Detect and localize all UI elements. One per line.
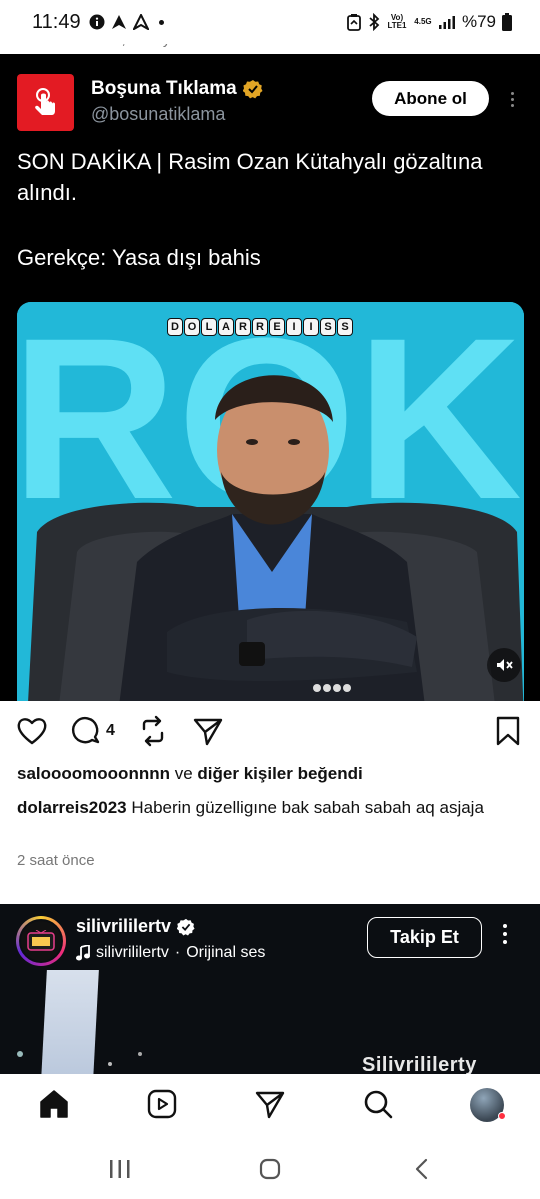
tweet-handle[interactable]: @bosunatiklama: [91, 104, 225, 125]
status-right-icons: Vo) LTE1 4.5G %79: [346, 12, 512, 32]
status-left-icons: [89, 14, 164, 30]
reels-icon[interactable]: [146, 1088, 178, 1120]
bottom-nav: [0, 1074, 540, 1138]
post-timestamp: 2 saat önce: [17, 852, 95, 869]
share-send-icon[interactable]: [192, 715, 224, 747]
likes-user[interactable]: saloooomooonnnn: [17, 764, 170, 783]
post-caption: dolarreis2023 Haberin güzelligıne bak sa…: [17, 795, 527, 820]
reel-watermark: Silivrililerty: [362, 1054, 477, 1074]
tweet-text-line1: SON DAKİKA | Rasim Ozan Kütahyalı gözalt…: [17, 149, 483, 205]
reel-username[interactable]: silivrililertv: [76, 916, 195, 937]
reel-audio-user: silivrililertv: [96, 944, 169, 961]
likes-rest[interactable]: diğer kişiler beğendi: [197, 764, 362, 783]
bluetooth-icon: [369, 13, 380, 31]
verified-badge-icon: [242, 80, 263, 99]
tv-logo-icon: [27, 930, 55, 951]
media-watermark: DOLARREIISS: [167, 318, 353, 336]
status-time: 11:49: [32, 10, 81, 33]
notification-dot: [158, 19, 164, 25]
system-nav: [0, 1140, 540, 1199]
reel-follow-button[interactable]: Takip Et: [367, 917, 482, 958]
speaker-muted-icon: [497, 659, 513, 671]
tweet-embed[interactable]: Boşuna Tıklama @bosunatiklama Abone ol S…: [0, 54, 540, 701]
signal-icon: [438, 16, 455, 29]
back-icon[interactable]: [412, 1158, 432, 1180]
music-note-icon: [76, 945, 90, 961]
tweet-video[interactable]: ROK DOLARREIISS: [17, 302, 524, 701]
network-label: Vo) LTE1: [387, 13, 407, 30]
mute-button[interactable]: [487, 648, 521, 682]
reel-more-icon[interactable]: [503, 924, 507, 944]
send-direct-icon[interactable]: [254, 1088, 286, 1120]
comment-count[interactable]: 4: [106, 722, 115, 740]
reel-audio-separator: ·: [174, 944, 181, 961]
likes-summary[interactable]: saloooomooonnnn ve diğer kişiler beğendi: [17, 764, 363, 784]
post-actions: [0, 701, 540, 763]
tweet-follow-button[interactable]: Abone ol: [372, 81, 489, 116]
tweet-text-line2: Gerekçe: Yasa dışı bahis: [17, 245, 261, 270]
reel-audio[interactable]: silivrililertv · Orijinal ses: [76, 944, 265, 962]
save-bookmark-icon[interactable]: [494, 715, 522, 747]
info-icon: [89, 14, 105, 30]
next-reel[interactable]: Silivrililerty silivrililertv silivrilil…: [0, 904, 540, 1074]
status-bar: 11:49 Vo) LTE1 4.5G %79: [0, 0, 540, 44]
tweet-display-name[interactable]: Boşuna Tıklama: [91, 78, 263, 100]
tweet-display-name-text: Boşuna Tıklama: [91, 78, 237, 99]
battery-icon: [502, 13, 512, 31]
like-heart-icon[interactable]: [16, 715, 48, 747]
tap-hand-icon: [34, 87, 55, 115]
comment-icon[interactable]: [70, 715, 102, 747]
reel-audio-label: Orijinal ses: [186, 944, 266, 961]
reel-avatar-image: [19, 919, 63, 963]
likes-connector: ve: [174, 764, 193, 783]
reel-username-text: silivrililertv: [76, 916, 172, 936]
profile-notification-dot: [498, 1112, 506, 1120]
navigation-arrow-icon: [111, 15, 126, 29]
data-saver-icon: [347, 14, 361, 31]
search-icon[interactable]: [362, 1088, 394, 1120]
home-icon[interactable]: [38, 1088, 70, 1120]
battery-percent: %79: [461, 12, 496, 31]
reel-avatar[interactable]: [16, 916, 66, 966]
caption-username[interactable]: dolarreis2023: [17, 798, 127, 817]
verified-badge-icon: [177, 918, 195, 935]
navigation-arrow-icon-2: [132, 14, 149, 30]
tweet-avatar[interactable]: [17, 74, 74, 131]
recent-apps-icon[interactable]: [108, 1158, 132, 1180]
repost-icon[interactable]: [138, 715, 168, 747]
home-button-icon[interactable]: [259, 1158, 281, 1180]
caption-text: Haberin güzelligıne bak sabah sabah aq a…: [131, 798, 484, 817]
video-frame: ROK: [17, 302, 524, 701]
network-speed: 4.5G: [414, 17, 432, 26]
tweet-more-icon[interactable]: [504, 84, 520, 114]
